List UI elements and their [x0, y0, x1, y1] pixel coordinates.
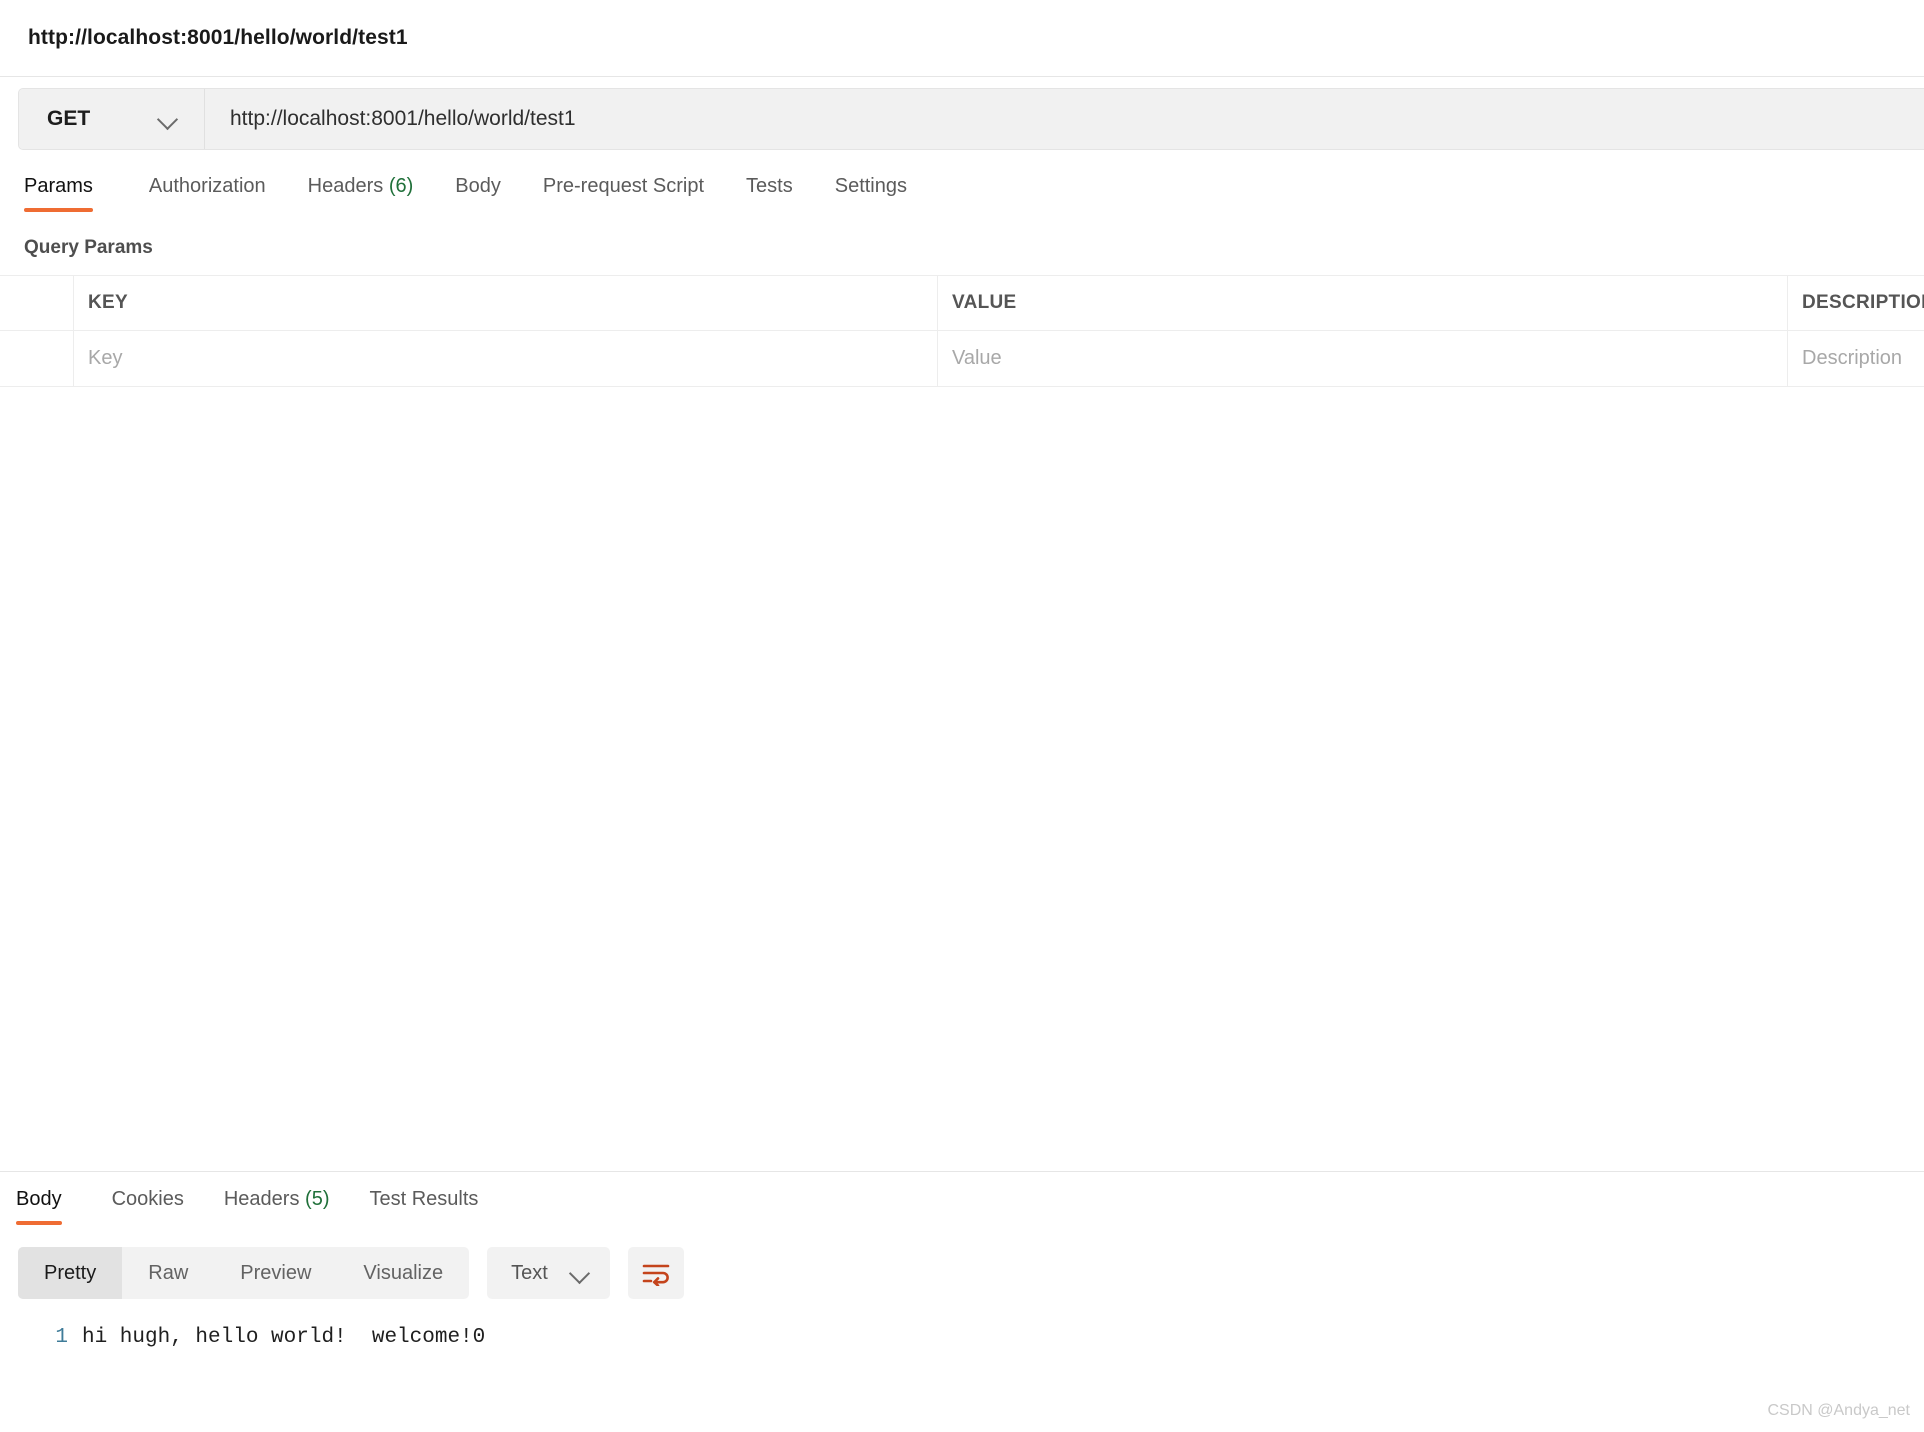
tab-pre-request-script[interactable]: Pre-request Script: [522, 175, 725, 212]
tab-settings[interactable]: Settings: [814, 175, 928, 212]
tab-body-label: Body: [455, 175, 501, 197]
header-value-label: VALUE: [952, 292, 1017, 313]
response-format-label: Text: [511, 1261, 548, 1284]
response-body-text: hi hugh, hello world! welcome!0: [82, 1326, 486, 1349]
response-format-select[interactable]: Text: [487, 1247, 610, 1299]
view-mode-visualize[interactable]: Visualize: [337, 1247, 469, 1299]
response-tab-headers[interactable]: Headers (5): [204, 1188, 350, 1225]
http-method-label: GET: [47, 107, 91, 130]
response-tab-test-results-label: Test Results: [369, 1188, 479, 1210]
response-tab-body[interactable]: Body: [16, 1188, 82, 1225]
tab-params-label: Params: [24, 175, 93, 197]
watermark: CSDN @Andya_net: [1767, 1402, 1910, 1419]
param-key-placeholder: Key: [88, 347, 123, 369]
response-tab-body-label: Body: [16, 1188, 62, 1210]
response-tab-test-results[interactable]: Test Results: [349, 1188, 498, 1225]
response-body-viewer[interactable]: 1 hi hugh, hello world! welcome!0: [0, 1312, 1924, 1432]
view-mode-pretty-label: Pretty: [44, 1261, 97, 1284]
header-description-cell: DESCRIPTION: [1788, 276, 1924, 330]
chevron-down-icon: [570, 1263, 590, 1283]
wrap-lines-button[interactable]: [627, 1247, 684, 1299]
view-mode-visualize-label: Visualize: [363, 1261, 444, 1284]
view-mode-preview[interactable]: Preview: [214, 1247, 337, 1299]
header-key-label: KEY: [88, 292, 128, 313]
view-mode-raw-label: Raw: [148, 1261, 189, 1284]
response-tab-headers-count: (5): [305, 1188, 330, 1210]
view-mode-pretty[interactable]: Pretty: [18, 1247, 123, 1299]
response-tab-headers-label: Headers: [223, 1188, 300, 1210]
row-checkbox-cell[interactable]: [0, 331, 74, 386]
request-empty-area: [0, 387, 1924, 1171]
tab-tests-label: Tests: [746, 175, 793, 197]
response-toolbar: Pretty Raw Preview Visualize Text: [0, 1234, 1924, 1312]
request-title: http://localhost:8001/hello/world/test1: [28, 26, 408, 49]
url-bar: GET http://localhost:8001/hello/world/te…: [18, 88, 1924, 150]
tab-headers[interactable]: Headers (6): [287, 175, 435, 212]
tab-body[interactable]: Body: [434, 175, 522, 212]
view-mode-preview-label: Preview: [240, 1261, 312, 1284]
tab-authorization-label: Authorization: [148, 175, 266, 197]
response-tabs: Body Cookies Headers (5) Test Results: [0, 1172, 1924, 1234]
postman-request-window: http://localhost:8001/hello/world/test1 …: [0, 0, 1924, 1432]
line-number: 1: [55, 1326, 68, 1349]
table-header-row: KEY VALUE DESCRIPTION: [0, 276, 1924, 331]
header-checkbox-cell: [0, 276, 74, 330]
table-row: Key Value Description: [0, 331, 1924, 386]
param-description-input[interactable]: Description: [1788, 331, 1924, 386]
view-mode-raw[interactable]: Raw: [122, 1247, 214, 1299]
query-params-table: KEY VALUE DESCRIPTION Key Value Descript…: [0, 275, 1924, 387]
tab-authorization[interactable]: Authorization: [128, 175, 287, 212]
param-value-input[interactable]: Value: [938, 331, 1788, 386]
param-description-placeholder: Description: [1802, 347, 1903, 369]
tab-settings-label: Settings: [834, 175, 907, 197]
header-description-label: DESCRIPTION: [1802, 292, 1924, 313]
query-params-heading: Query Params: [24, 237, 153, 258]
response-pane: Body Cookies Headers (5) Test Results Pr…: [0, 1171, 1924, 1432]
tab-headers-label: Headers: [307, 175, 384, 197]
response-tab-cookies[interactable]: Cookies: [92, 1188, 204, 1225]
response-view-mode-group: Pretty Raw Preview Visualize: [18, 1247, 470, 1299]
request-tabs: Params Authorization Headers (6) Body Pr…: [0, 161, 1924, 223]
tab-params[interactable]: Params: [24, 175, 114, 212]
http-method-select[interactable]: GET: [19, 89, 205, 149]
wrap-lines-icon: [642, 1264, 670, 1286]
request-title-bar: http://localhost:8001/hello/world/test1: [0, 0, 1924, 77]
tab-pre-request-script-label: Pre-request Script: [542, 175, 705, 197]
url-row: GET http://localhost:8001/hello/world/te…: [0, 77, 1924, 161]
url-input[interactable]: http://localhost:8001/hello/world/test1: [205, 89, 1924, 149]
tab-tests[interactable]: Tests: [725, 175, 814, 212]
header-key-cell: KEY: [74, 276, 938, 330]
header-value-cell: VALUE: [938, 276, 1788, 330]
response-tab-cookies-label: Cookies: [111, 1188, 184, 1210]
tab-headers-count: (6): [388, 175, 414, 197]
param-value-placeholder: Value: [952, 347, 1002, 369]
param-key-input[interactable]: Key: [74, 331, 938, 386]
chevron-down-icon: [158, 109, 178, 129]
